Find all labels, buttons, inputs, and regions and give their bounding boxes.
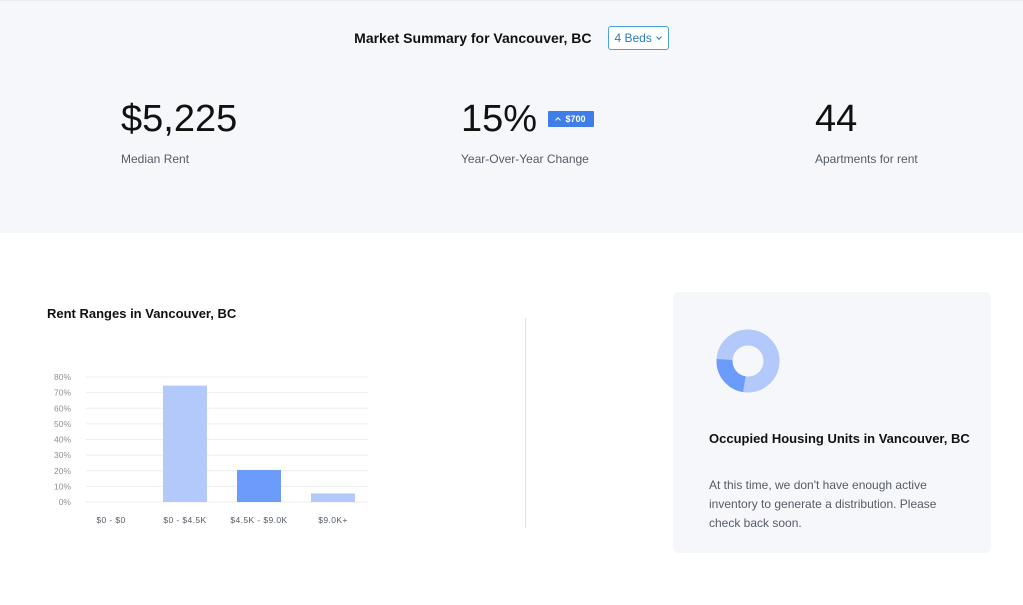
donut-segment (716, 359, 747, 393)
x-tick-label: $0 - $4.5K (163, 515, 206, 525)
market-summary-title: Market Summary for Vancouver, BC (354, 30, 592, 46)
beds-dropdown-value: 4 Beds (614, 31, 652, 45)
change-badge: $700 (548, 111, 594, 127)
x-tick-label: $0 - $0 (96, 515, 125, 525)
y-tick-label: 60% (54, 403, 71, 413)
y-tick-label: 40% (54, 435, 71, 445)
x-tick-label: $4.5K - $9.0K (230, 515, 287, 525)
beds-dropdown[interactable]: 4 Beds (608, 26, 669, 50)
bar[interactable] (237, 469, 281, 502)
occupancy-donut-chart (716, 329, 780, 393)
occupied-units-message: At this time, we don't have enough activ… (709, 478, 937, 530)
y-tick-label: 70% (54, 388, 71, 398)
bar[interactable] (163, 385, 207, 502)
y-tick-label: 10% (54, 481, 71, 491)
chevron-down-icon (655, 33, 662, 40)
occupied-units-card: Occupied Housing Units in Vancouver, BC … (673, 292, 991, 553)
change-badge-amount: $700 (565, 114, 586, 124)
yoy-change-label: Year-Over-Year Change (461, 152, 589, 166)
section-divider (525, 318, 526, 528)
y-tick-label: 0% (59, 497, 72, 507)
bar[interactable] (311, 493, 355, 502)
median-rent-value: $5,225 (121, 98, 238, 140)
market-summary-header: Market Summary for Vancouver, BC 4 Beds (0, 26, 1023, 50)
market-summary: Market Summary for Vancouver, BC 4 Beds … (0, 0, 1023, 233)
rent-ranges-title: Rent Ranges in Vancouver, BC (47, 306, 237, 321)
median-rent-label: Median Rent (121, 152, 190, 166)
y-tick-label: 20% (54, 466, 71, 476)
y-tick-label: 80% (54, 372, 71, 382)
median-rent-stat: $5,225 Median Rent (121, 99, 237, 166)
occupied-units-title: Occupied Housing Units in Vancouver, BC (709, 431, 970, 446)
x-tick-label: $9.0K+ (318, 515, 348, 525)
apartments-label: Apartments for rent (815, 152, 918, 166)
rent-ranges-chart: 0% 10% 20% 30% 40% 50% 60% 70% 80% $0 - $0 $0 - $4… (54, 372, 368, 525)
caret-up-icon (555, 117, 562, 123)
yoy-change-stat: 15% $700 Year-Over-Year Change (461, 99, 594, 166)
y-tick-label: 30% (54, 450, 71, 460)
y-tick-label: 50% (54, 419, 71, 429)
apartments-stat: 44 Apartments for rent (815, 99, 918, 166)
apartments-value: 44 (815, 98, 858, 140)
